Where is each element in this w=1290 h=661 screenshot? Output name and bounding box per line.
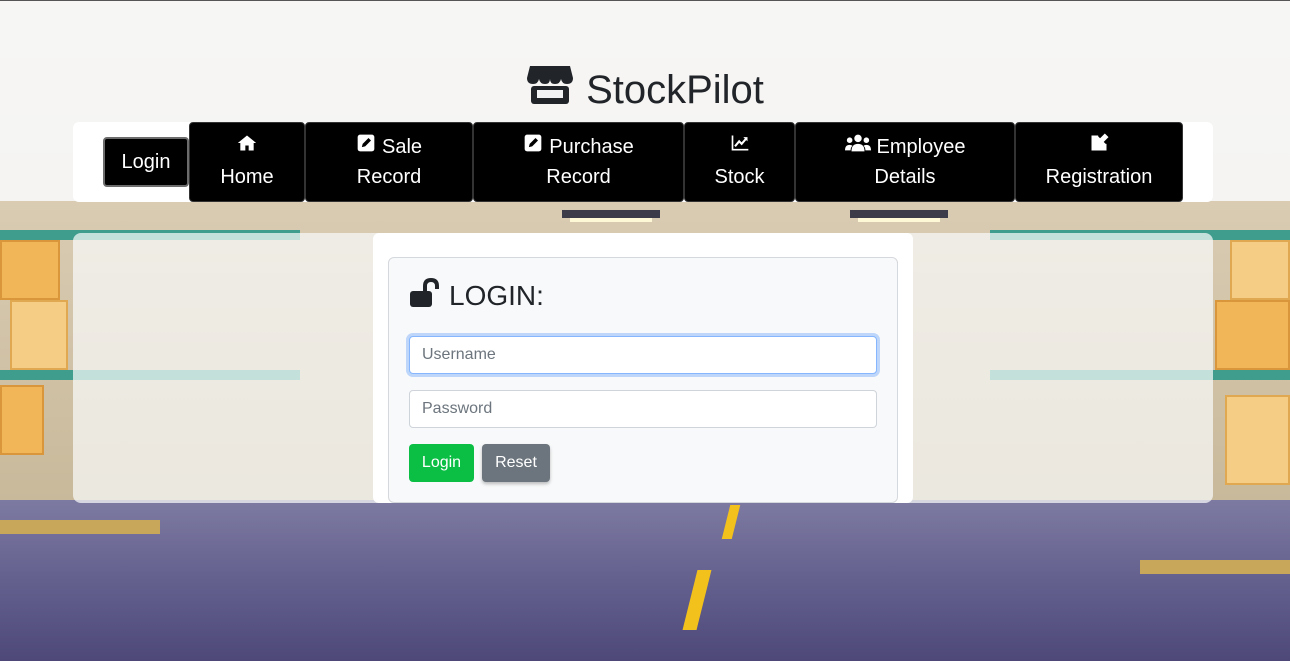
- nav-item-sale-record[interactable]: Sale Record: [305, 122, 473, 202]
- login-heading: LOGIN:: [409, 277, 544, 316]
- brand-name: StockPilot: [586, 67, 764, 112]
- unlock-icon: [409, 277, 441, 316]
- nav-item-label-line2: Record: [356, 166, 422, 188]
- login-card: LOGIN: Login Reset: [388, 257, 898, 503]
- edit-pencil-icon: [1089, 132, 1109, 162]
- nav-item-label: Stock: [714, 166, 765, 188]
- nav-item-label-line1: Sale: [381, 136, 423, 158]
- nav-item-label-line2: Details: [874, 166, 936, 188]
- nav-item-purchase-record[interactable]: Purchase Record: [473, 122, 684, 202]
- brand[interactable]: StockPilot: [0, 65, 1290, 115]
- main-nav: Login Home Sale Record Purchase Record S…: [73, 122, 1213, 202]
- header: StockPilot Login Home Sale Record Purcha…: [0, 0, 1290, 202]
- reset-button[interactable]: Reset: [482, 444, 550, 482]
- login-title: LOGIN:: [449, 280, 544, 311]
- username-input[interactable]: [409, 336, 877, 374]
- edit-square-icon: [523, 132, 543, 162]
- nav-item-label-line2: Record: [546, 166, 611, 188]
- users-icon: [844, 132, 871, 162]
- nav-item-employee-details[interactable]: Employee Details: [795, 122, 1015, 202]
- nav-item-registration[interactable]: Registration: [1015, 122, 1183, 202]
- password-input[interactable]: [409, 390, 877, 428]
- nav-item-home[interactable]: Home: [189, 122, 305, 202]
- home-icon: [237, 132, 257, 162]
- nav-login-button[interactable]: Login: [103, 137, 189, 187]
- nav-item-label-line1: Employee: [876, 136, 966, 158]
- nav-item-label-line1: Purchase: [549, 136, 634, 158]
- nav-item-stock[interactable]: Stock: [684, 122, 795, 202]
- edit-square-icon: [356, 132, 376, 162]
- login-button[interactable]: Login: [409, 444, 474, 482]
- store-icon: [526, 64, 574, 116]
- chart-line-icon: [730, 132, 750, 162]
- nav-item-label: Registration: [1045, 166, 1153, 188]
- nav-item-label: Home: [220, 166, 274, 188]
